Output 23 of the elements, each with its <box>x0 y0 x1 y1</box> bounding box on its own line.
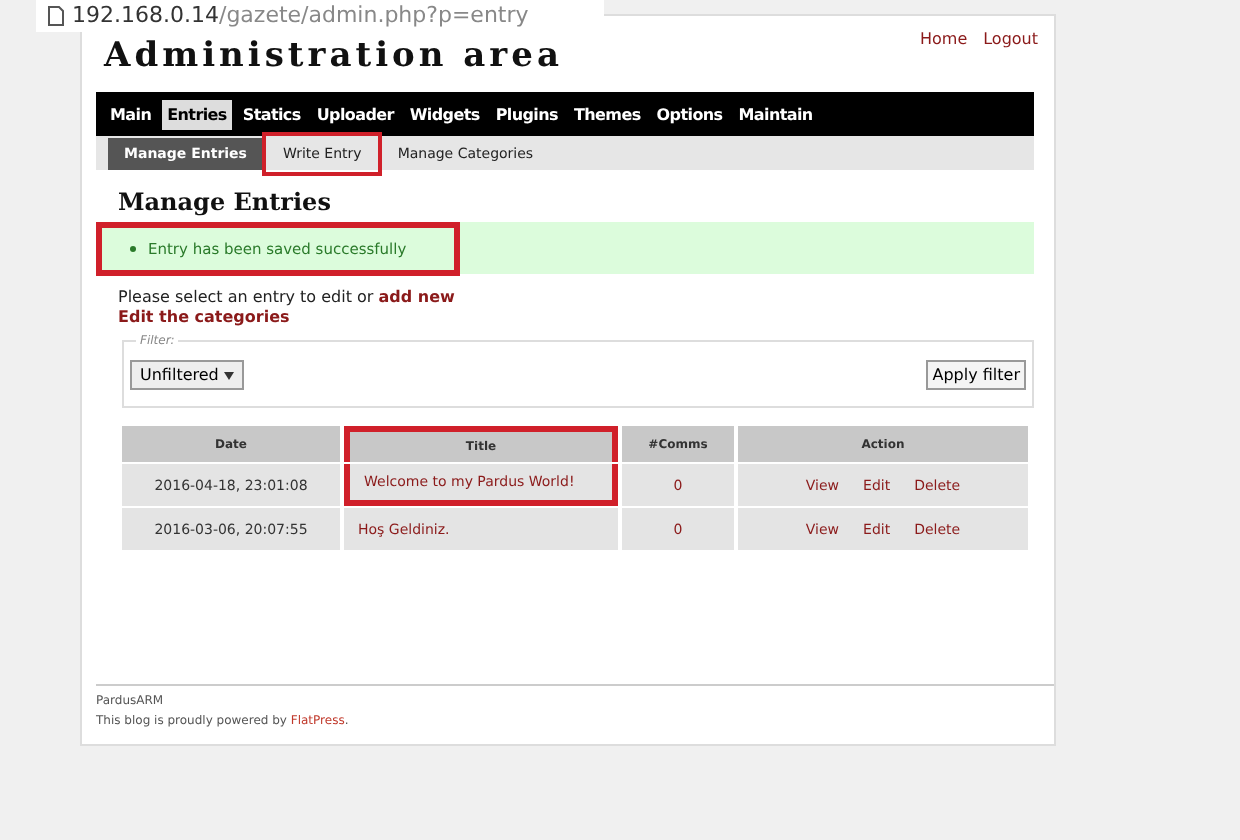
nav-tab[interactable]: Main <box>104 99 158 129</box>
nav-tab[interactable]: Options <box>650 99 729 129</box>
caret-icon <box>223 372 234 380</box>
apply-filter-button[interactable]: Apply filter <box>926 360 1026 390</box>
url-host: 192.168.0.14 <box>72 2 219 28</box>
site-title: Administration area <box>104 36 563 76</box>
nav-tab[interactable]: Statics <box>236 99 307 129</box>
section-heading: Manage Entries <box>118 188 333 216</box>
nav-tab[interactable]: Widgets <box>403 99 486 129</box>
bullet-icon <box>130 245 136 251</box>
nav-tab[interactable]: Entries <box>161 99 233 129</box>
filter-dropdown[interactable]: Unfiltered <box>130 360 244 390</box>
header-link[interactable]: Home <box>919 30 968 48</box>
page-icon <box>48 5 64 25</box>
nav-tab[interactable]: Themes <box>567 99 647 129</box>
categories-link[interactable]: Edit the categories <box>118 308 290 326</box>
nav-tab[interactable]: Plugins <box>489 99 564 129</box>
add-new-link[interactable]: add new <box>378 288 455 306</box>
header-link[interactable]: Logout <box>983 30 1038 48</box>
nav-tab[interactable]: Maintain <box>732 99 819 129</box>
url-path: /gazete/admin.php?p=entry <box>218 2 529 28</box>
intro-text: Please select an entry to edit or add new <box>118 288 457 306</box>
nav-tab[interactable]: Uploader <box>310 99 400 129</box>
